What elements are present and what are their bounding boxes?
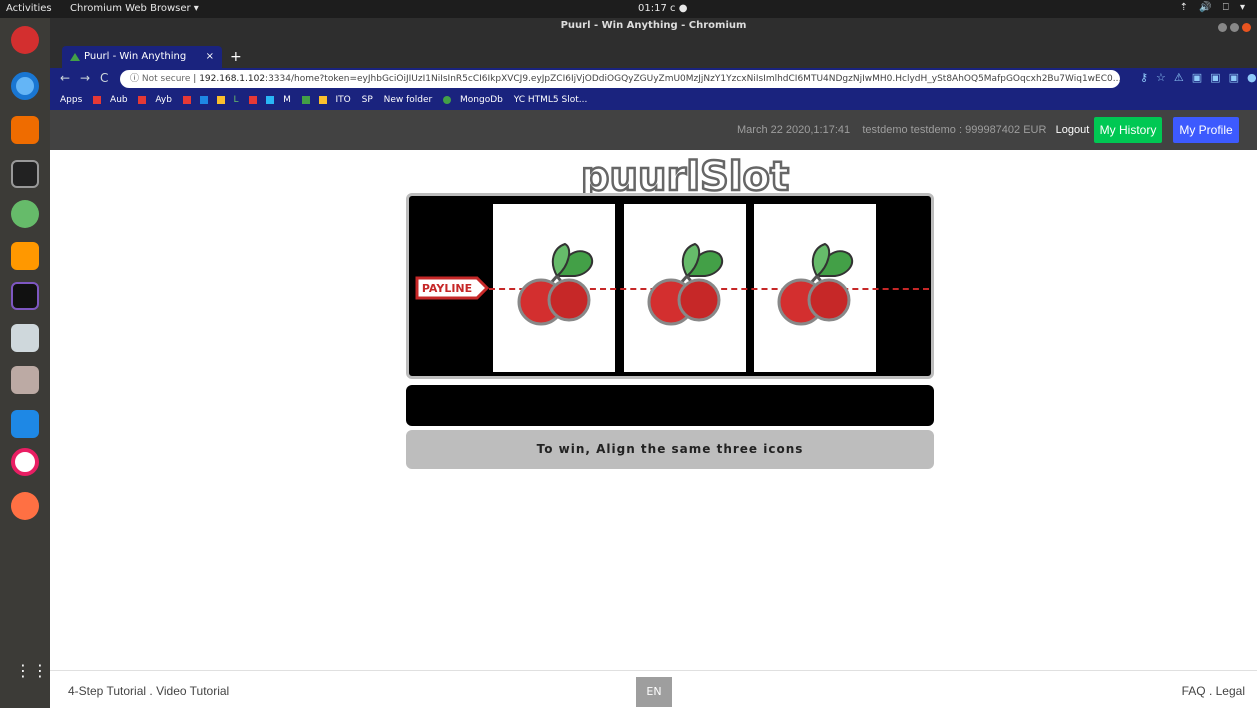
bookmark-icon	[93, 95, 102, 104]
new-tab-button[interactable]: +	[230, 46, 242, 68]
payline-label: PAYLINE	[422, 282, 472, 295]
extension-icons[interactable]: ⚷☆⚠▣▣▣●⋮	[1140, 71, 1257, 84]
camera-icon[interactable]	[11, 324, 39, 352]
instruction-bar: To win, Align the same three icons	[406, 430, 934, 469]
bookmark-l[interactable]: L	[233, 95, 238, 105]
window-controls	[1215, 22, 1251, 38]
sublime-icon[interactable]	[11, 242, 39, 270]
bookmarks-bar: Apps Aub Ayb L M ITO SP New folder Mongo…	[50, 90, 1257, 110]
bookmark-yc-html5-slot[interactable]: YC HTML5 Slot...	[514, 95, 588, 105]
puurlslot-logo: puurlSlot	[580, 153, 791, 198]
bookmark-icon[interactable]	[199, 95, 208, 104]
close-window-icon[interactable]	[1242, 23, 1251, 32]
separator: .	[146, 684, 157, 698]
slack-icon[interactable]	[11, 448, 39, 476]
window-title: Puurl - Win Anything - Chromium	[560, 20, 747, 31]
software-center-icon[interactable]	[11, 116, 39, 144]
bookmark-apps[interactable]: Apps	[60, 95, 82, 105]
footer-left: 4-Step Tutorial . Video Tutorial	[68, 684, 229, 698]
info-icon[interactable]: ⓘ	[130, 74, 139, 84]
activities-button[interactable]: Activities	[6, 3, 52, 14]
not-secure-label: Not secure	[141, 74, 191, 84]
bookmark-icon[interactable]	[216, 95, 225, 104]
navigation-bar: ← → C ⓘ Not secure | 192.168.1.102:3334/…	[50, 68, 1257, 90]
bookmark-aub[interactable]: Aub	[110, 95, 128, 105]
terminal-icon[interactable]	[11, 160, 39, 188]
maximize-icon[interactable]	[1230, 23, 1239, 32]
legal-link[interactable]: Legal	[1216, 684, 1245, 698]
window-title-bar: Puurl - Win Anything - Chromium	[50, 18, 1257, 46]
vscode-icon[interactable]	[11, 410, 39, 438]
gmail-icon	[138, 95, 147, 104]
result-message-bar	[406, 385, 934, 426]
footer-right: FAQ . Legal	[1182, 684, 1245, 698]
cherry-icon	[647, 242, 724, 326]
site-header: March 22 2020,1:17:41 testdemo testdemo …	[50, 110, 1257, 150]
bookmark-ayb[interactable]: Ayb	[155, 95, 172, 105]
address-bar[interactable]: ⓘ Not secure | 192.168.1.102:3334/home?t…	[120, 70, 1120, 88]
faq-link[interactable]: FAQ	[1182, 684, 1206, 698]
my-history-button[interactable]: My History	[1094, 117, 1162, 143]
user-balance: testdemo testdemo : 999987402 EUR	[862, 124, 1047, 136]
language-button[interactable]: EN	[636, 677, 672, 707]
intellij-icon[interactable]	[11, 282, 39, 310]
chromium-icon[interactable]	[11, 72, 39, 100]
tutorial-link[interactable]: 4-Step Tutorial	[68, 684, 146, 698]
url-path: :3334/home?token=eyJhbGciOiJIUzI1NiIsInR…	[265, 74, 1120, 84]
logout-link[interactable]: Logout	[1056, 124, 1090, 136]
dock: ⋮⋮⋮	[0, 18, 65, 708]
youtube-icon[interactable]	[182, 95, 191, 104]
tab-title: Puurl - Win Anything	[84, 51, 187, 62]
files-icon[interactable]	[11, 366, 39, 394]
url-host: 192.168.1.102	[199, 74, 266, 84]
back-icon[interactable]: ←	[60, 71, 70, 85]
app-icon[interactable]	[11, 492, 39, 520]
separator: .	[1205, 684, 1216, 698]
my-profile-button[interactable]: My Profile	[1173, 117, 1239, 143]
bookmark-icon[interactable]	[301, 95, 310, 104]
reload-icon[interactable]: C	[100, 71, 108, 85]
bookmark-mongodb[interactable]: MongoDb	[460, 95, 503, 105]
app-menu[interactable]: Chromium Web Browser ▾	[70, 3, 199, 14]
logo-text: puurlSlot	[581, 154, 789, 198]
forward-icon[interactable]: →	[80, 71, 90, 85]
minimize-icon[interactable]	[1218, 23, 1227, 32]
opera-icon[interactable]	[11, 26, 39, 54]
slot-machine[interactable]: PAYLINE	[406, 193, 934, 379]
clock-time: 01:17	[638, 3, 667, 14]
twitter-icon[interactable]	[266, 95, 275, 104]
bookmark-new-folder[interactable]: New folder	[384, 95, 433, 105]
mongodb-icon	[443, 95, 452, 104]
header-info: March 22 2020,1:17:41 testdemo testdemo …	[737, 124, 1089, 136]
tab-close-icon[interactable]: ×	[206, 46, 214, 68]
cherry-icon	[777, 242, 854, 326]
tab-puurl[interactable]: Puurl - Win Anything ×	[62, 46, 222, 68]
puurl-favicon-icon	[70, 53, 80, 61]
system-top-bar: Activities Chromium Web Browser ▾ 01:17 …	[0, 0, 1257, 18]
bookmark-m[interactable]: M	[283, 95, 291, 105]
bookmark-icon[interactable]	[249, 95, 258, 104]
bookmark-ito[interactable]: ITO	[335, 95, 350, 105]
payline-marker: PAYLINE	[415, 276, 489, 300]
clock[interactable]: 01:17 c ●	[638, 3, 687, 14]
datetime: March 22 2020,1:17:41	[737, 124, 851, 136]
bookmark-sp[interactable]: SP	[362, 95, 373, 105]
system-tray[interactable]: ⇡ 🔊 ⎕ ▾	[1180, 2, 1249, 13]
video-tutorial-link[interactable]: Video Tutorial	[156, 684, 229, 698]
clock-status: c ●	[670, 3, 688, 14]
cherry-icon	[517, 242, 594, 326]
bookmark-icon[interactable]	[318, 95, 327, 104]
atom-icon[interactable]	[11, 200, 39, 228]
tab-strip: Puurl - Win Anything × +	[50, 46, 1257, 68]
